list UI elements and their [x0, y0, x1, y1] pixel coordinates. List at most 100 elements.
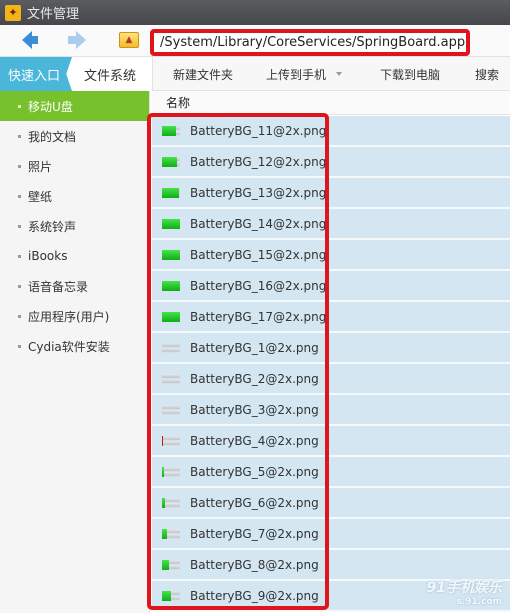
file-row[interactable]: BatteryBG_13@2x.png — [152, 178, 510, 209]
battery-image-icon — [162, 528, 180, 539]
battery-image-icon — [162, 373, 180, 384]
sidebar-item[interactable]: 系统铃声 — [0, 211, 149, 241]
file-name: BatteryBG_17@2x.png — [190, 309, 327, 324]
sidebar-item-label: Cydia软件安装 — [28, 339, 110, 354]
file-name: BatteryBG_7@2x.png — [190, 526, 319, 541]
sidebar-item[interactable]: 我的文档 — [0, 121, 149, 151]
battery-fill — [162, 249, 180, 260]
tab-quick-access[interactable]: 快速入口 — [0, 57, 72, 91]
file-name: BatteryBG_12@2x.png — [190, 154, 327, 169]
battery-image-icon — [162, 404, 180, 415]
file-name: BatteryBG_8@2x.png — [190, 557, 319, 572]
battery-image-icon — [162, 311, 180, 322]
battery-image-icon — [162, 249, 180, 260]
new-folder-label: 新建文件夹 — [173, 67, 234, 82]
battery-fill — [162, 156, 178, 167]
sidebar-item-label: iBooks — [28, 249, 68, 263]
butterfly-logo-icon: ✦ — [5, 4, 21, 21]
file-row[interactable]: BatteryBG_17@2x.png — [152, 302, 510, 333]
battery-image-icon — [162, 156, 180, 167]
battery-image-icon — [162, 125, 180, 136]
path-input[interactable]: /System/Library/CoreServices/SpringBoard… — [150, 29, 470, 56]
file-name: BatteryBG_1@2x.png — [190, 340, 319, 355]
bullet-icon — [18, 224, 21, 228]
file-row[interactable]: BatteryBG_2@2x.png — [152, 364, 510, 395]
file-name: BatteryBG_11@2x.png — [190, 123, 327, 138]
sidebar-item[interactable]: 照片 — [0, 151, 149, 181]
battery-fill — [162, 218, 180, 229]
battery-image-icon — [162, 590, 180, 601]
sidebar-item-label: 移动U盘 — [28, 99, 73, 114]
bullet-icon — [18, 194, 21, 198]
navigation-bar: ▲ /System/Library/CoreServices/SpringBoa… — [0, 25, 510, 57]
sidebar-item[interactable]: 移动U盘 — [0, 91, 149, 121]
file-row[interactable]: BatteryBG_16@2x.png — [152, 271, 510, 302]
tab-file-system[interactable]: 文件系统 — [84, 57, 136, 91]
battery-fill — [162, 125, 177, 136]
sidebar-item[interactable]: 应用程序(用户) — [0, 301, 149, 331]
search-label: 搜索 — [475, 67, 500, 82]
sidebar-item[interactable]: 语音备忘录 — [0, 271, 149, 301]
file-name: BatteryBG_5@2x.png — [190, 464, 319, 479]
bullet-icon — [18, 134, 21, 138]
download-to-pc-button[interactable]: 下载到电脑 — [380, 57, 440, 91]
bullet-icon — [18, 164, 21, 168]
sidebar-item[interactable]: 壁纸 — [0, 181, 149, 211]
bullet-icon — [18, 314, 21, 318]
battery-fill — [162, 435, 164, 446]
file-row[interactable]: BatteryBG_6@2x.png — [152, 488, 510, 519]
battery-image-icon — [162, 280, 180, 291]
file-row[interactable]: BatteryBG_15@2x.png — [152, 240, 510, 271]
sidebar-tabs: 快速入口 文件系统 — [0, 57, 152, 91]
title-bar: ✦ 文件管理 — [0, 0, 510, 25]
file-row[interactable]: BatteryBG_7@2x.png — [152, 519, 510, 550]
battery-fill — [162, 528, 168, 539]
file-row[interactable]: BatteryBG_11@2x.png — [152, 116, 510, 147]
bullet-icon — [18, 254, 21, 258]
column-header-name[interactable]: 名称 — [152, 91, 510, 115]
file-name: BatteryBG_16@2x.png — [190, 278, 327, 293]
back-button[interactable] — [16, 30, 38, 50]
bullet-icon — [18, 284, 21, 288]
file-row[interactable]: BatteryBG_12@2x.png — [152, 147, 510, 178]
search-button[interactable]: 搜索 — [475, 57, 499, 91]
file-row[interactable]: BatteryBG_14@2x.png — [152, 209, 510, 240]
file-row[interactable]: BatteryBG_4@2x.png — [152, 426, 510, 457]
battery-fill — [162, 590, 171, 601]
file-list: BatteryBG_11@2x.png BatteryBG_12@2x.png Ba… — [152, 116, 510, 612]
battery-image-icon — [162, 342, 180, 353]
sidebar-item[interactable]: iBooks — [0, 241, 149, 271]
sidebar-item-label: 照片 — [28, 159, 53, 174]
battery-fill — [162, 497, 166, 508]
parent-folder-button[interactable]: ▲ — [118, 30, 140, 50]
file-name: BatteryBG_14@2x.png — [190, 216, 327, 231]
sidebar-item[interactable]: Cydia软件安装 — [0, 331, 149, 361]
file-name: BatteryBG_6@2x.png — [190, 495, 319, 510]
window-title: 文件管理 — [27, 7, 80, 22]
upload-to-phone-button[interactable]: 上传到手机 — [266, 57, 343, 91]
battery-fill — [162, 466, 165, 477]
watermark-text: 91手机娱乐 — [426, 580, 502, 596]
battery-image-icon — [162, 559, 180, 570]
sidebar: 移动U盘我的文档照片壁纸系统铃声 iBooks 语音备忘录应用程序(用户) Cydia… — [0, 91, 150, 613]
arrow-left-icon — [22, 31, 38, 49]
new-folder-button[interactable]: 新建文件夹 — [173, 57, 233, 91]
file-name: BatteryBG_15@2x.png — [190, 247, 327, 262]
bullet-icon — [18, 344, 21, 348]
sidebar-item-label: 系统铃声 — [28, 219, 77, 234]
file-row[interactable]: BatteryBG_5@2x.png — [152, 457, 510, 488]
battery-image-icon — [162, 187, 180, 198]
file-row[interactable]: BatteryBG_3@2x.png — [152, 395, 510, 426]
chevron-down-icon — [336, 72, 343, 76]
forward-button[interactable] — [66, 30, 88, 50]
folder-up-icon: ▲ — [119, 32, 139, 48]
sidebar-item-label: 壁纸 — [28, 189, 53, 204]
file-name: BatteryBG_13@2x.png — [190, 185, 327, 200]
battery-image-icon — [162, 218, 180, 229]
file-row[interactable]: BatteryBG_1@2x.png — [152, 333, 510, 364]
battery-fill — [162, 311, 180, 322]
battery-fill — [162, 559, 170, 570]
battery-fill — [162, 280, 180, 291]
toolbar: 新建文件夹 上传到手机 下载到电脑 搜索 — [152, 57, 510, 91]
sidebar-item-label: 语音备忘录 — [28, 279, 89, 294]
